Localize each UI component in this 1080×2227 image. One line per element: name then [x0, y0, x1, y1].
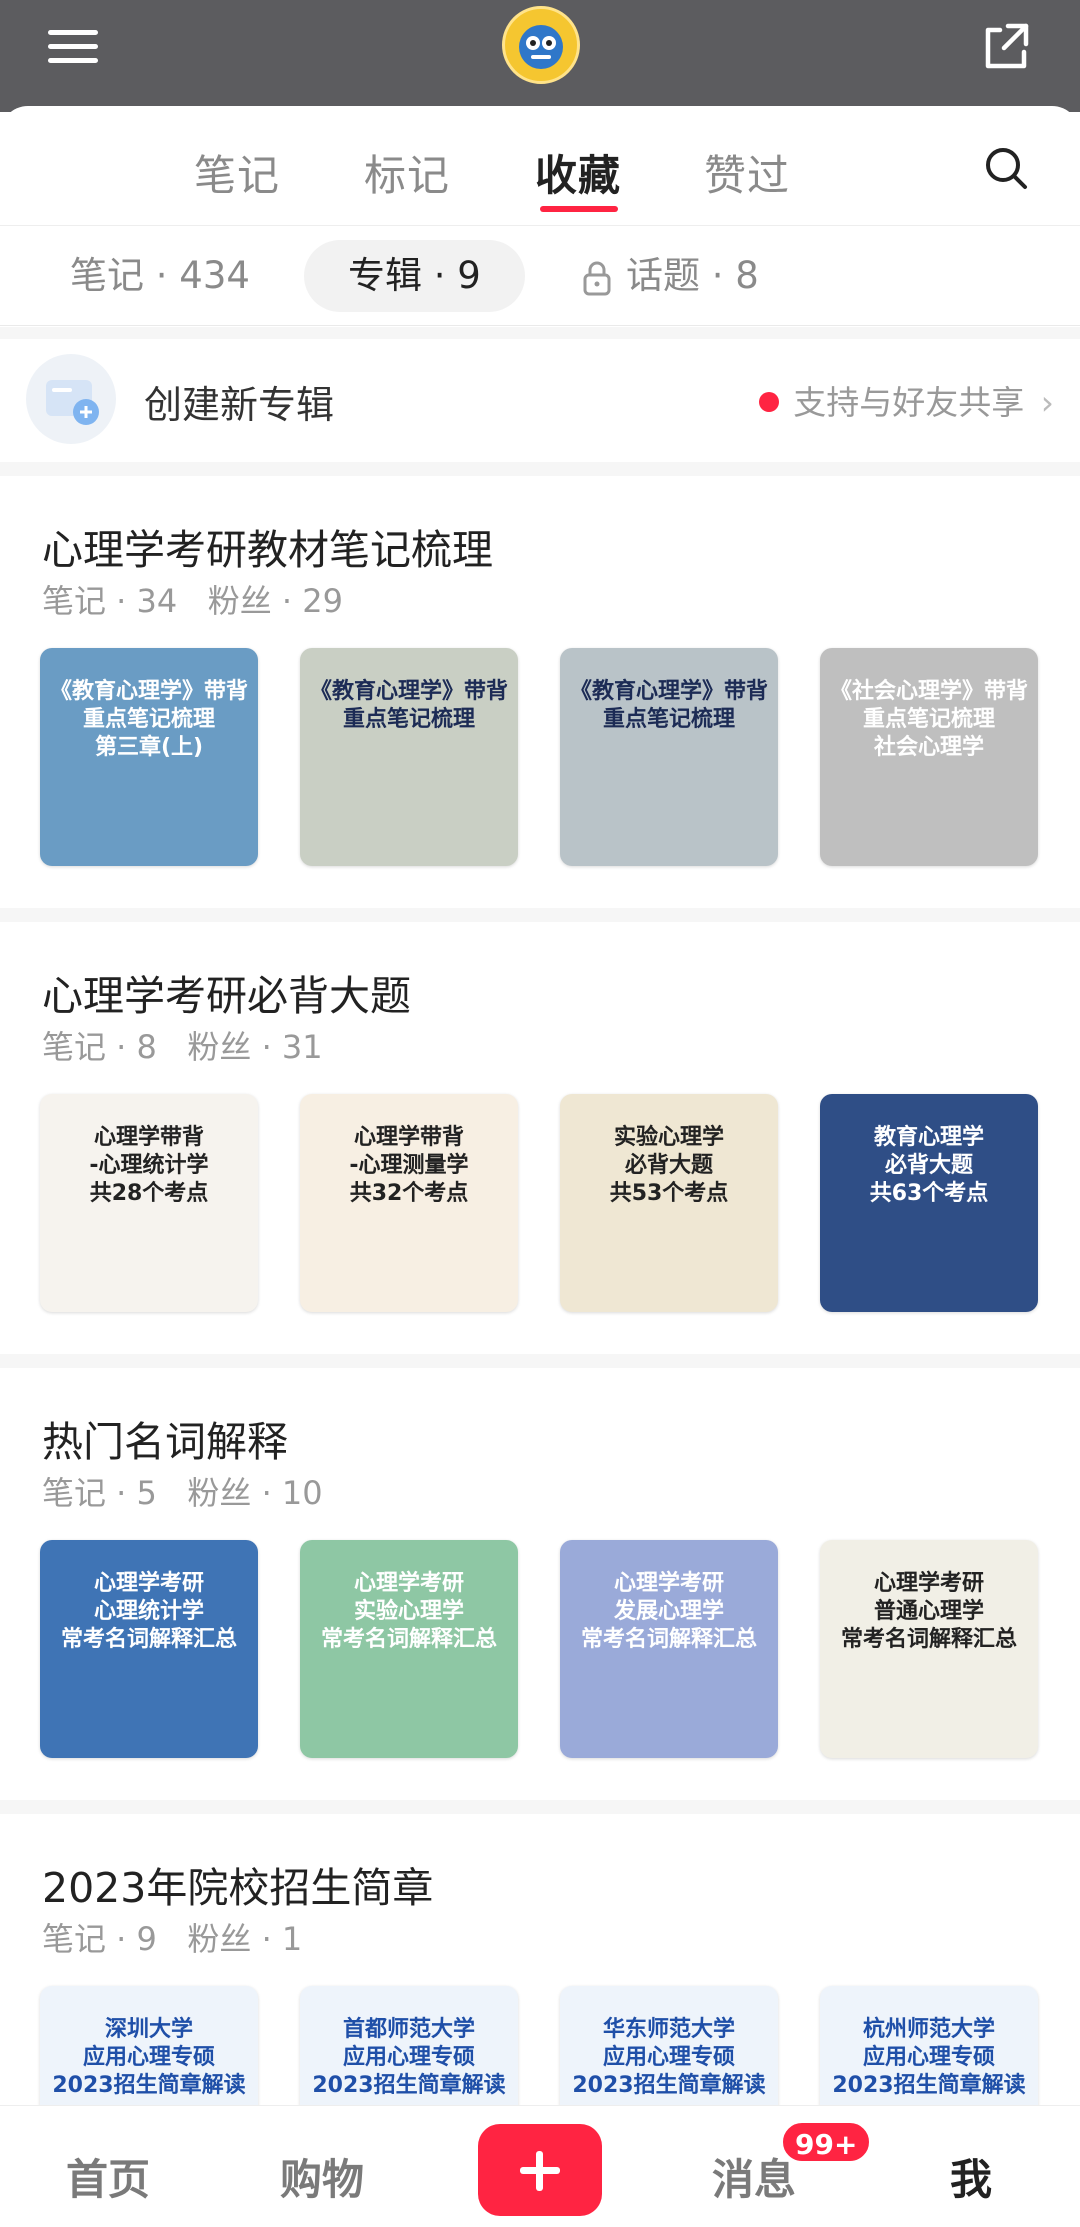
- search-icon[interactable]: [982, 144, 1030, 192]
- album-title: 热门名词解释: [42, 1418, 288, 1466]
- tab-notes[interactable]: 笔记: [194, 142, 280, 203]
- create-album-label: 创建新专辑: [144, 383, 335, 427]
- thumbnail-text: 实验心理学 必背大题 共53个考点: [609, 1125, 729, 1206]
- divider: [0, 908, 1080, 922]
- album-thumbnail[interactable]: 实验心理学 必背大题 共53个考点: [560, 1094, 778, 1312]
- album-thumbnail[interactable]: 心理学带背 -心理统计学 共28个考点: [40, 1094, 258, 1312]
- album-card[interactable]: 心理学考研教材笔记梳理笔记 · 34 粉丝 · 29 《教育心理学》带背 重点笔记…: [0, 476, 1080, 908]
- album-thumbnail[interactable]: 《教育心理学》带背 重点笔记梳理: [300, 648, 518, 866]
- top-bar: [0, 0, 1080, 112]
- album-title: 心理学考研教材笔记梳理: [42, 526, 493, 574]
- album-meta: 笔记 · 8 粉丝 · 31: [42, 1028, 323, 1066]
- nav-home[interactable]: 首页: [66, 2146, 150, 2207]
- bottom-nav: 首页 购物 消息 99+ 我: [0, 2105, 1080, 2227]
- divider: [0, 1354, 1080, 1368]
- album-meta: 笔记 · 9 粉丝 · 1: [42, 1920, 303, 1958]
- nav-me[interactable]: 我: [950, 2146, 992, 2207]
- album-thumbnail[interactable]: 《社会心理学》带背 重点笔记梳理 社会心理学: [820, 648, 1038, 866]
- thumbnail-text: 《教育心理学》带背 重点笔记梳理: [309, 679, 508, 732]
- message-count-badge: 99+: [780, 2120, 873, 2164]
- content-sheet: 笔记 标记 收藏 赞过 笔记 · 434 专辑 · 9 话题 · 8 创建新专辑…: [0, 106, 1080, 2227]
- album-thumbnail[interactable]: 《教育心理学》带背 重点笔记梳理 第三章(上): [40, 648, 258, 866]
- album-card[interactable]: 热门名词解释笔记 · 5 粉丝 · 10 心理学考研 心理统计学 常考名词解释汇总…: [0, 1368, 1080, 1800]
- profile-tabs: 笔记 标记 收藏 赞过: [0, 106, 1080, 226]
- thumbnail-text: 心理学带背 -心理测量学 共32个考点: [349, 1125, 469, 1206]
- share-icon[interactable]: [978, 18, 1034, 74]
- album-thumbnail[interactable]: 心理学带背 -心理测量学 共32个考点: [300, 1094, 518, 1312]
- create-post-button[interactable]: [478, 2124, 602, 2216]
- thumbnail-text: 心理学考研 普通心理学 常考名词解释汇总: [840, 1571, 1017, 1652]
- create-album-icon: [26, 354, 116, 444]
- thumbnail-text: 杭州师范大学 应用心理专硕 2023招生简章解读: [832, 2017, 1026, 2098]
- create-album-row[interactable]: 创建新专辑 支持与好友共享 ›: [0, 338, 1080, 462]
- mascot-icon: [519, 25, 563, 69]
- album-thumbnails: 《教育心理学》带背 重点笔记梳理 第三章(上) 《教育心理学》带背 重点笔记梳理 《…: [40, 648, 1040, 868]
- album-card[interactable]: 心理学考研必背大题笔记 · 8 粉丝 · 31 心理学带背 -心理统计学 共28个…: [0, 922, 1080, 1354]
- red-dot-icon: [759, 391, 780, 412]
- avatar[interactable]: [502, 6, 580, 84]
- album-thumbnails: 心理学考研 心理统计学 常考名词解释汇总 心理学考研 实验心理学 常考名词解释汇总…: [40, 1540, 1040, 1760]
- collection-subtabs: 笔记 · 434 专辑 · 9 话题 · 8: [0, 226, 1080, 326]
- subtab-topics-label: 话题 · 8: [626, 254, 759, 297]
- menu-icon[interactable]: [44, 22, 106, 72]
- subtab-topics[interactable]: 话题 · 8: [582, 240, 759, 312]
- thumbnail-text: 《社会心理学》带背 重点笔记梳理 社会心理学: [829, 679, 1028, 760]
- thumbnail-text: 《教育心理学》带背 重点笔记梳理 第三章(上): [49, 679, 248, 760]
- subtab-notes[interactable]: 笔记 · 434: [70, 240, 250, 312]
- share-hint-text: 支持与好友共享: [793, 383, 1025, 422]
- thumbnail-text: 首都师范大学 应用心理专硕 2023招生简章解读: [312, 2017, 506, 2098]
- lock-icon: [583, 261, 611, 295]
- thumbnail-text: 深圳大学 应用心理专硕 2023招生简章解读: [52, 2017, 246, 2098]
- album-title: 2023年院校招生简章: [42, 1864, 434, 1912]
- divider: [0, 1800, 1080, 1814]
- album-thumbnail[interactable]: 心理学考研 实验心理学 常考名词解释汇总: [300, 1540, 518, 1758]
- album-thumbnail[interactable]: 《教育心理学》带背 重点笔记梳理: [560, 648, 778, 866]
- nav-shopping[interactable]: 购物: [280, 2146, 364, 2207]
- subtab-albums[interactable]: 专辑 · 9: [304, 240, 525, 312]
- album-meta: 笔记 · 34 粉丝 · 29: [42, 582, 343, 620]
- album-thumbnails: 心理学带背 -心理统计学 共28个考点 心理学带背 -心理测量学 共32个考点 实验…: [40, 1094, 1040, 1314]
- album-thumbnail[interactable]: 心理学考研 发展心理学 常考名词解释汇总: [560, 1540, 778, 1758]
- thumbnail-text: 心理学带背 -心理统计学 共28个考点: [89, 1125, 209, 1206]
- album-thumbnail[interactable]: 教育心理学 必背大题 共63个考点: [820, 1094, 1038, 1312]
- thumbnail-text: 华东师范大学 应用心理专硕 2023招生简章解读: [572, 2017, 766, 2098]
- tab-collections[interactable]: 收藏: [535, 142, 621, 203]
- chevron-right-icon: ›: [1040, 383, 1054, 422]
- divider: [0, 462, 1080, 476]
- tab-marks[interactable]: 标记: [364, 142, 450, 203]
- active-tab-indicator: [540, 206, 618, 212]
- album-meta: 笔记 · 5 粉丝 · 10: [42, 1474, 323, 1512]
- album-title: 心理学考研必背大题: [42, 972, 411, 1020]
- tab-liked[interactable]: 赞过: [704, 142, 790, 203]
- thumbnail-text: 《教育心理学》带背 重点笔记梳理: [569, 679, 768, 732]
- share-with-friends-hint[interactable]: 支持与好友共享 ›: [759, 376, 1054, 424]
- album-thumbnail[interactable]: 心理学考研 普通心理学 常考名词解释汇总: [820, 1540, 1038, 1758]
- thumbnail-text: 心理学考研 心理统计学 常考名词解释汇总: [60, 1571, 237, 1652]
- thumbnail-text: 心理学考研 发展心理学 常考名词解释汇总: [580, 1571, 757, 1652]
- thumbnail-text: 心理学考研 实验心理学 常考名词解释汇总: [320, 1571, 497, 1652]
- album-thumbnail[interactable]: 心理学考研 心理统计学 常考名词解释汇总: [40, 1540, 258, 1758]
- thumbnail-text: 教育心理学 必背大题 共63个考点: [869, 1125, 989, 1206]
